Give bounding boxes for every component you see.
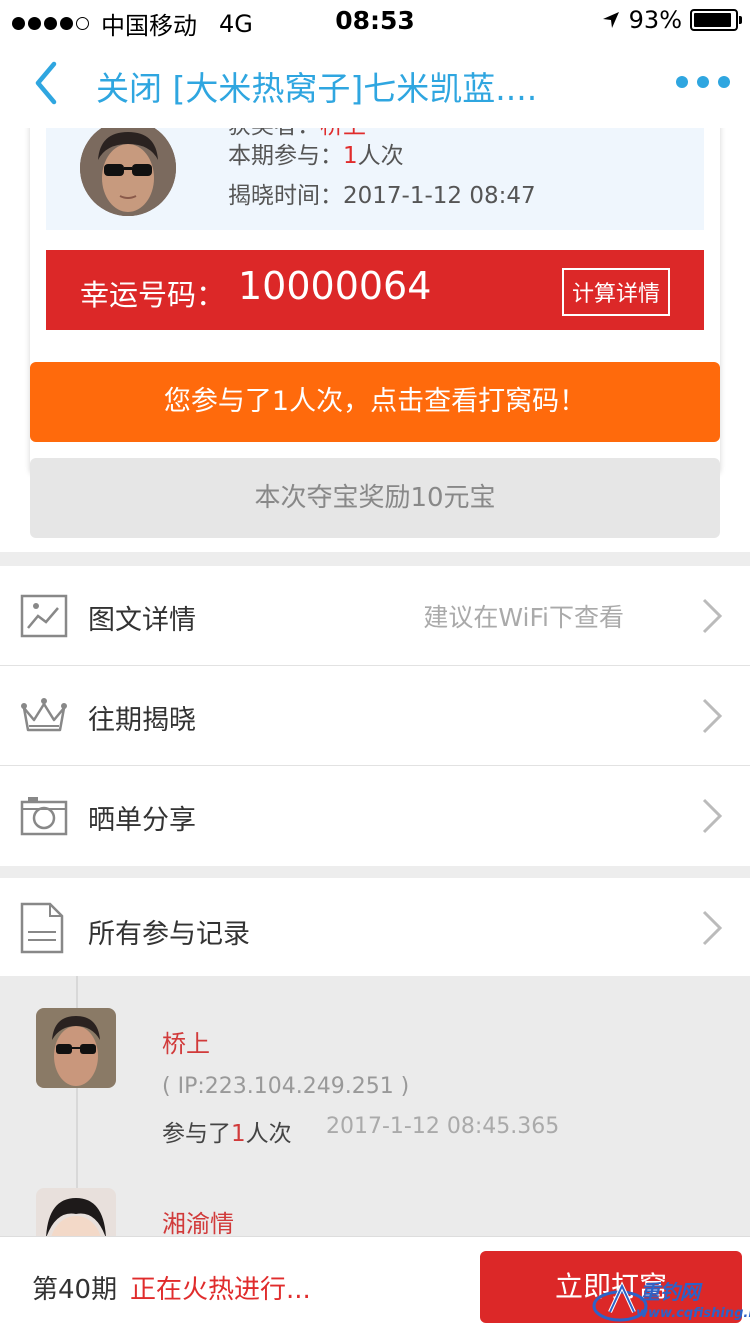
all-records-row[interactable]: 所有参与记录 <box>0 878 750 976</box>
participant-ip: ( IP:223.104.249.251 ) <box>162 1074 410 1099</box>
winner-avatar <box>80 128 176 216</box>
menu-hint: 建议在WiFi下查看 <box>423 603 624 632</box>
winner-info: 获奖者：桥上 本期参与：1人次 揭晓时间：2017-1-12 08:47 <box>46 128 704 230</box>
menu-label: 往期揭晓 <box>88 705 196 736</box>
reveal-time-line: 揭晓时间：2017-1-12 08:47 <box>228 176 536 216</box>
back-chevron-icon[interactable] <box>28 58 68 108</box>
participant-count: 参与了1人次 <box>162 1114 292 1148</box>
menu-item-past-results[interactable]: 往期揭晓 <box>0 666 750 766</box>
reveal-label: 揭晓时间： <box>228 183 343 209</box>
winner-name: 桥上 <box>320 128 366 136</box>
crown-icon <box>21 698 67 732</box>
page-title[interactable]: 关闭 [大米热窝子]七米凯蓝.... <box>96 62 537 110</box>
reveal-time: 2017-1-12 08:47 <box>343 183 536 209</box>
records-list: 桥上 ( IP:223.104.249.251 ) 参与了1人次 2017-1-… <box>0 976 750 1236</box>
battery-icon <box>690 9 742 31</box>
winner-lines: 获奖者：桥上 本期参与：1人次 揭晓时间：2017-1-12 08:47 <box>228 128 536 216</box>
records-label: 所有参与记录 <box>88 919 250 950</box>
watermark-url: www.cqfishing.net <box>636 1306 750 1321</box>
calculation-details-button[interactable]: 计算详情 <box>561 268 670 316</box>
participation-unit: 人次 <box>357 143 404 169</box>
menu-label: 图文详情 <box>88 605 196 636</box>
avatar <box>36 1008 116 1088</box>
chevron-right-icon <box>702 910 723 946</box>
view-codes-button[interactable]: 您参与了1人次，点击查看打窝码！ <box>30 362 720 442</box>
status-bar: 中国移动 4G 08:53 93% <box>0 0 750 40</box>
nav-bar: 关闭 [大米热窝子]七米凯蓝.... <box>0 40 750 128</box>
menu-label: 晒单分享 <box>88 805 196 836</box>
chevron-right-icon <box>702 798 723 834</box>
winner-section: 获奖者：桥上 本期参与：1人次 揭晓时间：2017-1-12 08:47 幸运号… <box>0 128 750 552</box>
round-status: 正在火热进行... <box>130 1275 311 1305</box>
location-arrow-icon <box>602 12 619 28</box>
battery-level <box>694 13 732 27</box>
status-right: 93% <box>601 6 742 34</box>
participation-time: 2017-1-12 08:45.365 <box>326 1114 560 1139</box>
winner-name-line: 获奖者：桥上 <box>228 128 536 136</box>
reward-button[interactable]: 本次夺宝奖励10元宝 <box>30 458 720 538</box>
avatar <box>36 1188 116 1236</box>
period-number: 第40期 <box>32 1275 118 1305</box>
menu-item-details[interactable]: 图文详情 建议在WiFi下查看 <box>0 566 750 666</box>
detail-menu: 图文详情 建议在WiFi下查看 往期揭晓 晒单分享 <box>0 566 750 866</box>
participant-name[interactable]: 湘渝情 <box>162 1204 234 1236</box>
participation-line: 本期参与：1人次 <box>228 136 536 176</box>
lucky-number-bar: 幸运号码： 10000064 计算详情 <box>46 250 704 330</box>
participation-label: 本期参与： <box>228 143 343 169</box>
chevron-right-icon <box>702 698 723 734</box>
menu-item-share[interactable]: 晒单分享 <box>0 766 750 866</box>
lucky-number-label: 幸运号码： <box>80 278 226 312</box>
battery-percent: 93% <box>628 6 682 34</box>
watermark-text: 重钓网 <box>640 1280 700 1304</box>
join-count: 1 <box>231 1121 246 1147</box>
lucky-number: 10000064 <box>238 264 432 308</box>
camera-icon <box>20 797 68 836</box>
join-prefix: 参与了 <box>162 1121 231 1147</box>
participation-count: 1 <box>343 143 358 169</box>
document-icon <box>20 902 64 954</box>
participant-name[interactable]: 桥上 <box>162 1024 210 1059</box>
join-suffix: 人次 <box>245 1121 292 1147</box>
chevron-right-icon <box>702 598 723 634</box>
image-icon <box>20 594 68 638</box>
list-item[interactable]: 桥上 ( IP:223.104.249.251 ) 参与了1人次 2017-1-… <box>36 1008 736 1158</box>
list-item[interactable]: 湘渝情 <box>36 1188 736 1236</box>
more-options-icon[interactable] <box>676 76 730 88</box>
winner-name-label: 获奖者： <box>228 128 320 136</box>
